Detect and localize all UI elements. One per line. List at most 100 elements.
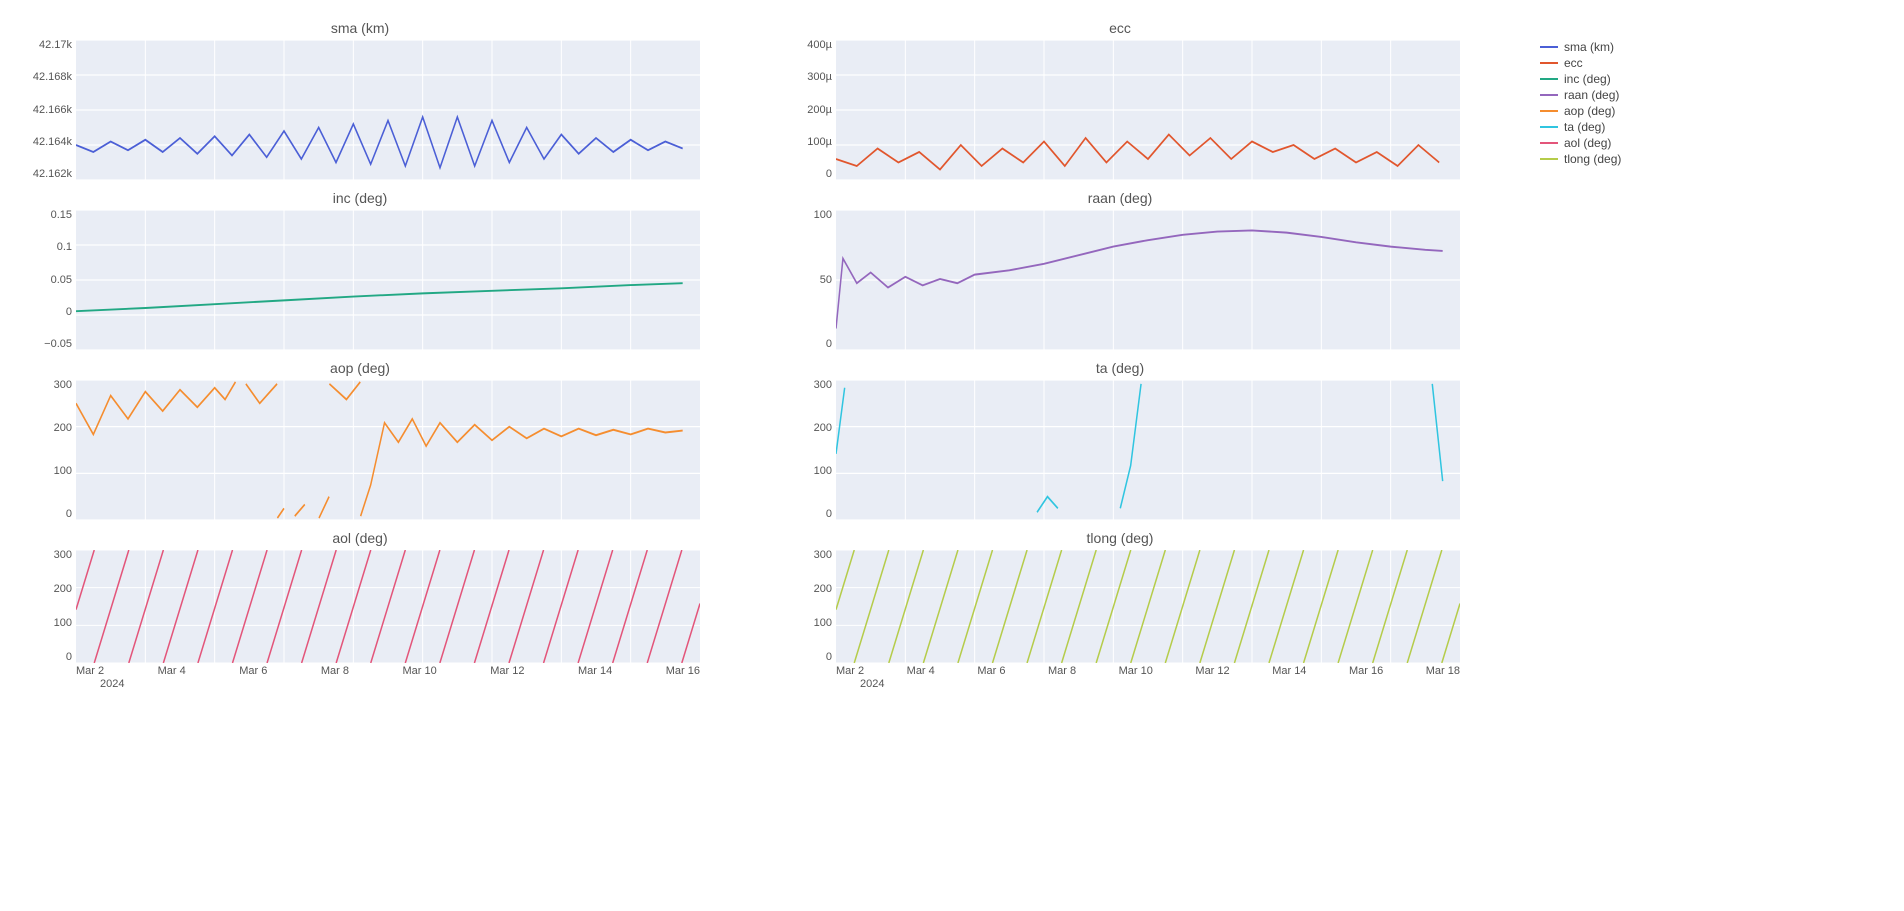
y-tick: −0.05 (44, 339, 72, 350)
plot-surface[interactable] (836, 380, 1460, 520)
legend-item[interactable]: tlong (deg) (1540, 152, 1700, 166)
x-axis-year: 2024 (860, 678, 1460, 690)
y-tick: 200 (54, 584, 72, 595)
chart-raan: raan (deg) 100 50 0 (780, 190, 1460, 350)
x-tick: Mar 10 (1119, 665, 1153, 677)
x-axis: Mar 2 Mar 4 Mar 6 Mar 8 Mar 10 Mar 12 Mar 14 Ma… (836, 665, 1460, 677)
y-tick: 100 (54, 466, 72, 477)
y-axis: 300 200 100 0 (780, 550, 836, 663)
chart-aop: aop (deg) 3002001000 (20, 360, 700, 520)
plot-surface[interactable] (836, 210, 1460, 350)
legend-swatch (1540, 46, 1558, 48)
y-axis: 42.17k42.168k42.166k42.164k42.162k (20, 40, 76, 180)
y-tick: 200 (814, 584, 832, 595)
y-tick: 300 (54, 550, 72, 561)
y-tick: 0 (66, 509, 72, 520)
y-axis: 3002001000 (20, 380, 76, 520)
chart-title: raan (deg) (780, 190, 1460, 206)
legend-item[interactable]: raan (deg) (1540, 88, 1700, 102)
y-tick: 42.166k (33, 105, 72, 116)
x-tick: Mar 10 (403, 665, 437, 677)
y-tick: 200µ (807, 105, 832, 116)
chart-aol: aol (deg) 300 200 100 0 Mar 2 Mar 4 Mar 6 Mar … (20, 530, 700, 690)
y-tick: 50 (820, 275, 832, 286)
chart-title: aol (deg) (20, 530, 700, 546)
y-tick: 300 (814, 550, 832, 561)
x-tick: Mar 2 (836, 665, 864, 677)
y-tick: 400µ (807, 40, 832, 51)
legend-swatch (1540, 110, 1558, 112)
y-axis: 3002001000 (780, 380, 836, 520)
legend-item[interactable]: aop (deg) (1540, 104, 1700, 118)
legend-label: ta (deg) (1564, 120, 1605, 134)
y-tick: 0 (826, 339, 832, 350)
y-tick: 200 (814, 423, 832, 434)
y-tick: 0.15 (51, 210, 72, 221)
chart-title: ta (deg) (780, 360, 1460, 376)
y-tick: 42.162k (33, 169, 72, 180)
plot-surface[interactable] (76, 550, 700, 663)
y-tick: 100 (814, 210, 832, 221)
y-tick: 100 (814, 466, 832, 477)
chart-tlong: tlong (deg) 3002001000 Mar 2Mar 4Mar 6Ma… (780, 530, 1460, 690)
legend-swatch (1540, 78, 1558, 80)
x-tick: Mar 16 (666, 665, 700, 677)
chart-title: tlong (deg) (780, 530, 1460, 546)
plot-surface[interactable] (836, 40, 1460, 180)
y-tick: 100µ (807, 137, 832, 148)
x-tick: Mar 2 (76, 665, 104, 677)
chart-ta: ta (deg) 3002001000 (780, 360, 1460, 520)
y-axis: 300 200 100 0 (20, 550, 76, 663)
y-axis: 0.150.10.050−0.05 (20, 210, 76, 350)
plot-surface[interactable] (76, 210, 700, 350)
y-axis: 400µ 300µ 200µ 100µ 0 (780, 40, 836, 180)
legend-label: sma (km) (1564, 40, 1614, 54)
plot-surface[interactable] (836, 550, 1460, 663)
y-tick: 0.05 (51, 275, 72, 286)
legend-swatch (1540, 62, 1558, 64)
x-tick: Mar 6 (977, 665, 1005, 677)
legend-swatch (1540, 94, 1558, 96)
y-tick: 0 (66, 652, 72, 663)
y-tick: 42.164k (33, 137, 72, 148)
legend-item[interactable]: ta (deg) (1540, 120, 1700, 134)
chart-ecc: ecc 400µ 300µ 200µ 100µ 0 (780, 20, 1460, 180)
y-tick: 100 (814, 618, 832, 629)
plot-surface[interactable] (76, 380, 700, 520)
y-tick: 300µ (807, 72, 832, 83)
chart-title: aop (deg) (20, 360, 700, 376)
legend-label: aol (deg) (1564, 136, 1611, 150)
y-tick: 300 (54, 380, 72, 391)
chart-title: ecc (780, 20, 1460, 36)
chart-grid: sma (km) 42.17k42.168k42.166k42.164k42.1… (20, 20, 1884, 690)
y-tick: 0 (826, 169, 832, 180)
x-tick: Mar 4 (907, 665, 935, 677)
legend: sma (km) ecc inc (deg) raan (deg) aop (d… (1540, 20, 1700, 690)
plot-surface[interactable] (76, 40, 700, 180)
x-tick: Mar 6 (239, 665, 267, 677)
x-tick: Mar 8 (1048, 665, 1076, 677)
x-tick: Mar 8 (321, 665, 349, 677)
x-axis-year: 2024 (100, 678, 700, 690)
legend-item[interactable]: inc (deg) (1540, 72, 1700, 86)
legend-label: ecc (1564, 56, 1583, 70)
chart-sma: sma (km) 42.17k42.168k42.166k42.164k42.1… (20, 20, 700, 180)
x-tick: Mar 16 (1349, 665, 1383, 677)
legend-item[interactable]: aol (deg) (1540, 136, 1700, 150)
y-axis: 100 50 0 (780, 210, 836, 350)
x-tick: Mar 12 (1195, 665, 1229, 677)
chart-title: sma (km) (20, 20, 700, 36)
legend-item[interactable]: sma (km) (1540, 40, 1700, 54)
y-tick: 0 (826, 509, 832, 520)
legend-swatch (1540, 126, 1558, 128)
x-tick: Mar 4 (158, 665, 186, 677)
legend-swatch (1540, 158, 1558, 160)
legend-item[interactable]: ecc (1540, 56, 1700, 70)
x-tick: Mar 18 (1426, 665, 1460, 677)
legend-label: aop (deg) (1564, 104, 1615, 118)
x-tick: Mar 14 (1272, 665, 1306, 677)
y-tick: 0 (826, 652, 832, 663)
legend-label: tlong (deg) (1564, 152, 1621, 166)
legend-swatch (1540, 142, 1558, 144)
y-tick: 100 (54, 618, 72, 629)
